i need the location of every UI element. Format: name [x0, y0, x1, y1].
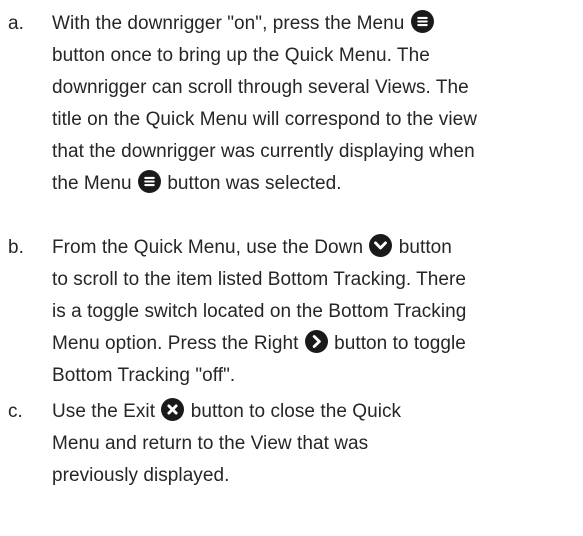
line-text: that the downrigger was currently displa… [52, 141, 475, 162]
line-text: button to toggle [334, 333, 466, 354]
line-text: button [398, 237, 452, 258]
step-line: From the Quick Menu, use the Down button [52, 232, 452, 264]
step-line: that the downrigger was currently displa… [52, 136, 475, 168]
line-text: Menu option. Press the Right [52, 333, 299, 354]
line-text: title on the Quick Menu will correspond … [52, 109, 477, 130]
line-text: Bottom Tracking "off". [52, 365, 236, 386]
step-line: Use the Exit button to close the Quick [52, 396, 401, 428]
chevron-right-icon [304, 330, 328, 353]
line-text: to scroll to the item listed Bottom Trac… [52, 269, 467, 290]
menu-icon [137, 170, 161, 193]
line-text: With the downrigger "on", press the Menu [52, 13, 405, 34]
line-text: Use the Exit [52, 401, 156, 422]
step-line: previously displayed. [52, 460, 229, 492]
line-text: From the Quick Menu, use the Down [52, 237, 364, 258]
step-line: Menu and return to the View that was [52, 428, 368, 460]
step-line: is a toggle switch located on the Bottom… [52, 296, 466, 328]
chevron-down-icon [369, 234, 393, 257]
step-line: the Menu button was selected. [52, 168, 342, 200]
step-marker: c. [8, 401, 23, 422]
line-text: button was selected. [167, 173, 342, 194]
step-line: Menu option. Press the Right button to t… [52, 328, 466, 360]
line-text: Menu and return to the View that was [52, 433, 369, 454]
line-text: downrigger can scroll through several Vi… [52, 77, 469, 98]
line-text: the Menu [52, 173, 132, 194]
step-marker: a. [8, 13, 24, 34]
line-text: button to close the Quick [190, 401, 402, 422]
step-line: title on the Quick Menu will correspond … [52, 104, 477, 136]
step-line: button once to bring up the Quick Menu. … [52, 40, 430, 72]
step-line: downrigger can scroll through several Vi… [52, 72, 469, 104]
line-text: is a toggle switch located on the Bottom… [52, 301, 467, 322]
step-line: to scroll to the item listed Bottom Trac… [52, 264, 466, 296]
line-text: previously displayed. [52, 465, 230, 486]
menu-icon [410, 10, 434, 33]
step-line: With the downrigger "on", press the Menu [52, 8, 435, 40]
step-marker: b. [8, 237, 24, 258]
line-text: button once to bring up the Quick Menu. … [52, 45, 430, 66]
step-line: Bottom Tracking "off". [52, 360, 235, 392]
close-icon [161, 398, 185, 421]
